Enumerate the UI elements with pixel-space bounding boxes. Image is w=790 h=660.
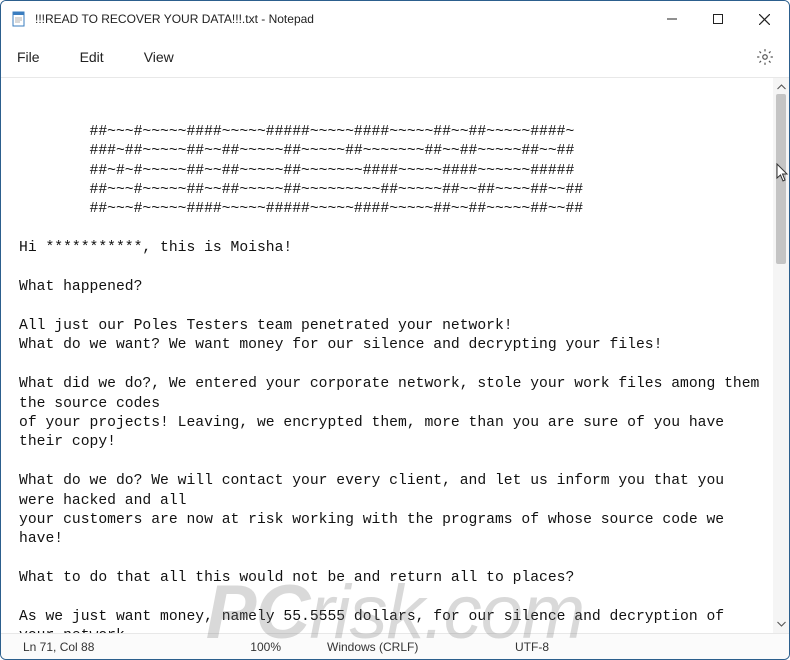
- maximize-button[interactable]: [695, 3, 741, 35]
- status-position: Ln 71, Col 88: [5, 640, 135, 654]
- menu-view[interactable]: View: [138, 45, 180, 69]
- scroll-down-icon[interactable]: [774, 617, 788, 631]
- scroll-up-icon[interactable]: [774, 80, 788, 94]
- status-encoding: UTF-8: [475, 640, 785, 654]
- text-content[interactable]: ##~~~#~~~~~####~~~~~#####~~~~~####~~~~~#…: [1, 78, 773, 633]
- settings-button[interactable]: [751, 43, 779, 71]
- menubar: File Edit View: [1, 37, 789, 77]
- menu-file[interactable]: File: [11, 45, 46, 69]
- notepad-window: !!!READ TO RECOVER YOUR DATA!!!.txt - No…: [0, 0, 790, 660]
- editor-area: ##~~~#~~~~~####~~~~~#####~~~~~####~~~~~#…: [1, 77, 789, 633]
- window-title: !!!READ TO RECOVER YOUR DATA!!!.txt - No…: [35, 12, 314, 26]
- close-button[interactable]: [741, 3, 787, 35]
- notepad-icon: [11, 11, 27, 27]
- menu-edit[interactable]: Edit: [74, 45, 110, 69]
- minimize-button[interactable]: [649, 3, 695, 35]
- scroll-track[interactable]: [773, 94, 789, 617]
- status-bar: Ln 71, Col 88 100% Windows (CRLF) UTF-8: [1, 633, 789, 659]
- vertical-scrollbar[interactable]: [773, 78, 789, 633]
- status-line-ending: Windows (CRLF): [305, 640, 475, 654]
- status-zoom: 100%: [135, 640, 305, 654]
- scroll-thumb[interactable]: [776, 94, 786, 264]
- titlebar: !!!READ TO RECOVER YOUR DATA!!!.txt - No…: [1, 1, 789, 37]
